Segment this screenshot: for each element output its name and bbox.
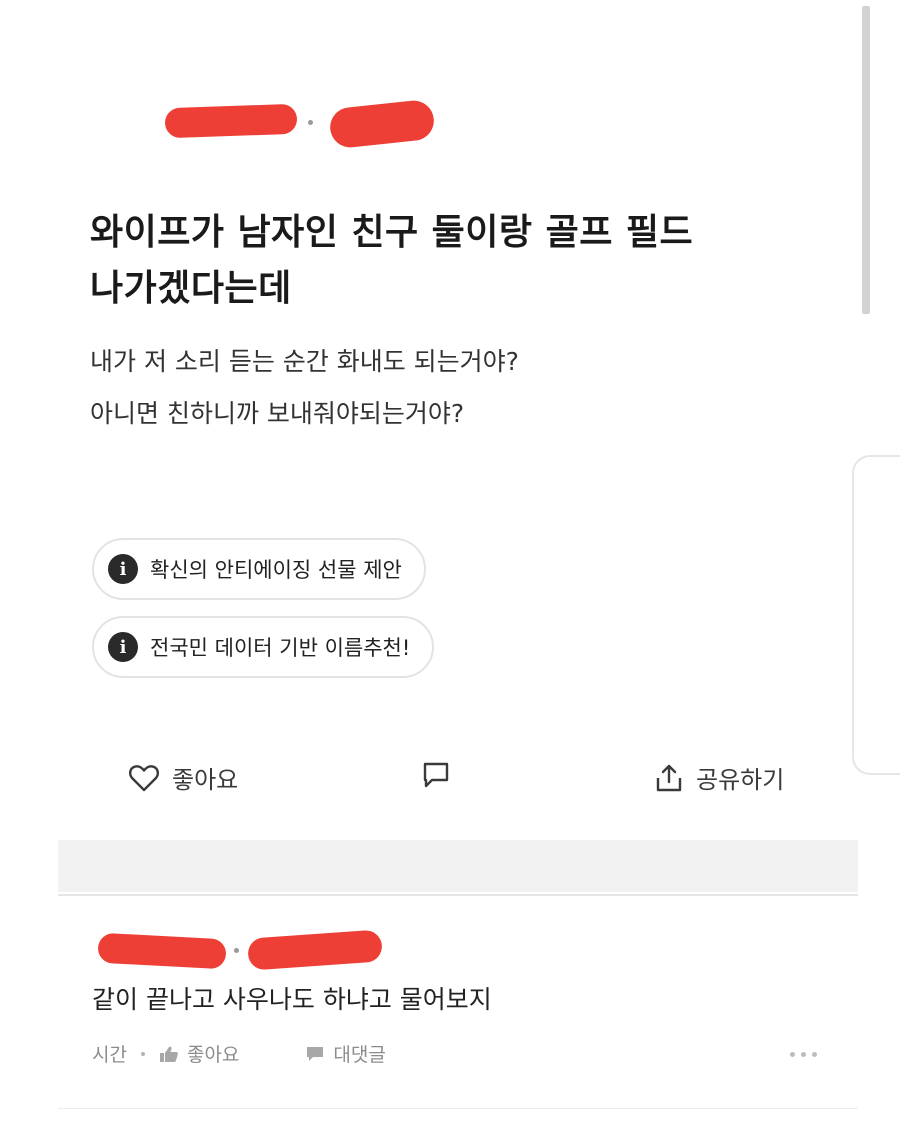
post-action-bar: 좋아요 공유하기 (0, 760, 860, 794)
scrollbar-thumb[interactable] (862, 6, 870, 314)
comment-button[interactable] (420, 760, 452, 790)
comment-like-label: 좋아요 (186, 1044, 240, 1066)
meta-separator (234, 948, 239, 953)
like-button[interactable]: 좋아요 (128, 760, 238, 795)
speech-bubble-icon (307, 1046, 324, 1061)
post-body-line-1: 내가 저 소리 듣는 순간 화내도 되는거야? (90, 347, 519, 376)
comment-icon (423, 762, 449, 788)
meta-separator (140, 1051, 145, 1056)
post-body-line-2: 아니면 친하니까 보내줘야되는거야? (90, 399, 465, 428)
redacted-commenter-info (247, 929, 383, 971)
comment-like-button[interactable]: 좋아요 (159, 1040, 239, 1067)
heart-icon (128, 764, 160, 791)
section-divider (58, 840, 858, 892)
redacted-commenter (97, 932, 227, 970)
meta-separator (308, 120, 313, 125)
comment-time: 시간 (92, 1044, 127, 1066)
side-panel-edge (852, 455, 900, 775)
ad-chip-label: 전국민 데이터 기반 이름추천! (150, 636, 411, 660)
ad-chip-label: 확신의 안티에이징 선물 제안 (150, 558, 402, 582)
comment-text: 같이 끝나고 사우나도 하냐고 물어보지 (92, 985, 492, 1014)
post-title: 와이프가 남자인 친구 둘이랑 골프 필드 나가겠다는데 (90, 205, 810, 317)
ad-chip-name-recommend[interactable]: i 전국민 데이터 기반 이름추천! (92, 616, 435, 678)
divider-line (58, 894, 858, 896)
redacted-category (328, 98, 436, 150)
post-title-line-2: 나가겠다는데 (90, 268, 292, 309)
info-icon: i (108, 554, 138, 584)
reply-button[interactable]: 대댓글 (305, 1040, 386, 1067)
redacted-author (164, 103, 298, 139)
share-icon (656, 764, 682, 791)
thumbs-up-icon (159, 1046, 178, 1062)
like-label: 좋아요 (172, 766, 239, 794)
post-body: 내가 저 소리 듣는 순간 화내도 되는거야? 아니면 친하니까 보내줘야되는거… (90, 336, 810, 440)
comment-meta: 시간 좋아요 대댓글 (92, 1040, 386, 1067)
post-title-line-1: 와이프가 남자인 친구 둘이랑 골프 필드 (90, 212, 694, 253)
reply-label: 대댓글 (333, 1044, 386, 1066)
ad-chip-antiaging[interactable]: i 확신의 안티에이징 선물 제안 (92, 538, 426, 600)
post-page: 와이프가 남자인 친구 둘이랑 골프 필드 나가겠다는데 내가 저 소리 듣는 … (0, 0, 900, 1138)
info-icon: i (108, 632, 138, 662)
more-options-icon[interactable] (790, 1052, 817, 1057)
share-button[interactable]: 공유하기 (654, 760, 784, 795)
divider-line (58, 1108, 858, 1109)
share-label: 공유하기 (696, 766, 785, 794)
